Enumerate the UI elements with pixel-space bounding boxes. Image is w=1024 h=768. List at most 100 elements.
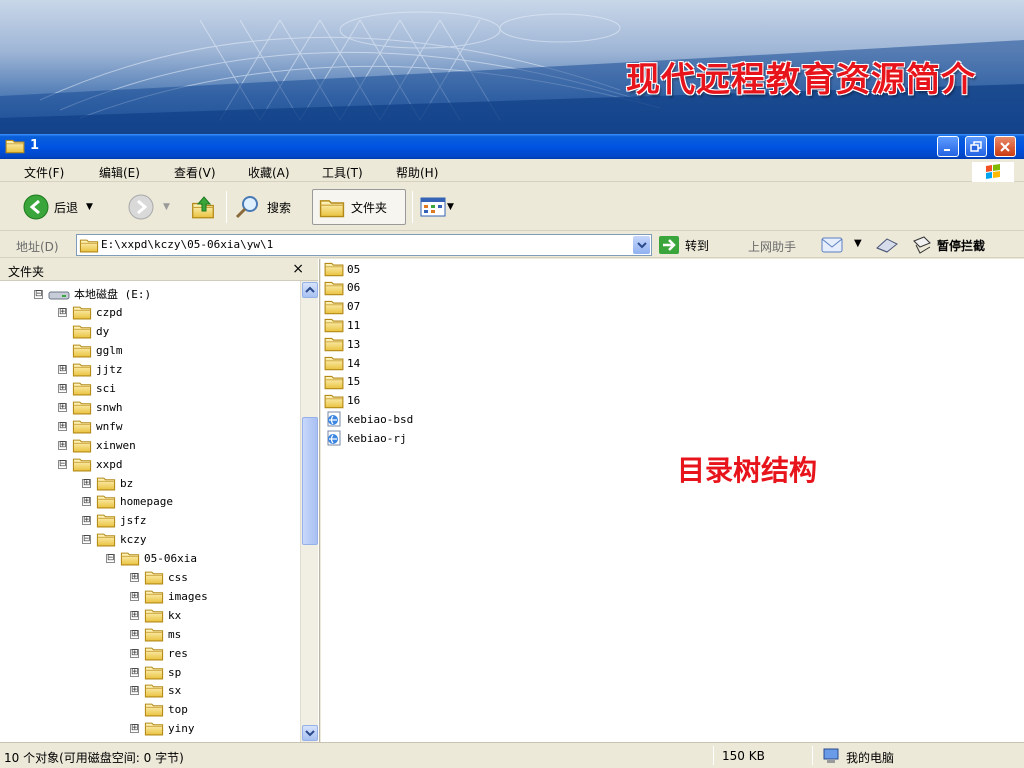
expand-icon[interactable]: ⊞ xyxy=(130,629,139,639)
popup-blocker-button[interactable]: 暂停拦截 xyxy=(910,235,985,255)
tree-node[interactable]: ⊞ xinwen xyxy=(58,436,136,454)
restore-button[interactable] xyxy=(965,136,987,157)
tree-node[interactable]: ⊞ sci xyxy=(58,380,116,398)
expand-icon[interactable]: ⊞ xyxy=(82,478,91,488)
file-name: 07 xyxy=(347,300,361,314)
expand-icon[interactable]: ⊞ xyxy=(130,573,139,582)
views-button[interactable]: ▼ xyxy=(419,189,454,225)
tree-node-label: sp xyxy=(168,665,182,679)
tree-node[interactable]: gglm xyxy=(58,342,123,360)
file-item[interactable]: 05 xyxy=(324,260,360,278)
expand-icon[interactable]: ⊞ xyxy=(58,384,67,393)
folder-pane-close-icon[interactable]: × xyxy=(292,261,304,277)
file-item[interactable]: kebiao-rj xyxy=(324,429,407,447)
tree-node[interactable]: ⊞ wnfw xyxy=(58,417,123,435)
back-dropdown-icon[interactable]: ▼ xyxy=(86,202,93,212)
file-item[interactable]: 11 xyxy=(324,316,360,334)
tree-node[interactable]: ⊟ xxpd xyxy=(58,455,123,473)
tree-node[interactable]: top xyxy=(130,701,188,719)
expand-icon[interactable]: ⊞ xyxy=(58,421,67,431)
scroll-thumb[interactable] xyxy=(302,417,318,545)
menu-edit[interactable]: 编辑(E) xyxy=(99,164,140,181)
expand-icon[interactable]: ⊞ xyxy=(130,724,139,734)
expand-icon[interactable]: ⊞ xyxy=(58,308,67,318)
expand-icon[interactable]: ⊞ xyxy=(130,591,139,601)
back-button[interactable]: 后退 ▼ xyxy=(22,189,93,225)
tree-node[interactable]: ⊞ yiny xyxy=(130,720,195,738)
tree-node-label: dy xyxy=(96,325,110,339)
folders-button[interactable]: 文件夹 xyxy=(312,189,406,225)
expand-icon[interactable]: ⊞ xyxy=(130,648,139,658)
tree-node[interactable]: ⊞ ms xyxy=(130,625,181,643)
file-item[interactable]: 06 xyxy=(324,279,360,297)
tree-node[interactable]: ⊞ sp xyxy=(130,663,181,681)
tree-node[interactable]: ⊞ jjtz xyxy=(58,361,123,379)
collapse-icon[interactable]: ⊟ xyxy=(106,554,115,564)
expand-icon[interactable]: ⊞ xyxy=(82,497,91,507)
menu-tools[interactable]: 工具(T) xyxy=(322,164,363,181)
address-dropdown-button[interactable] xyxy=(633,236,650,254)
file-item[interactable]: 13 xyxy=(324,335,360,353)
tree-node[interactable]: ⊞ czpd xyxy=(58,304,123,322)
folder-icon xyxy=(144,608,164,623)
windows-logo-icon xyxy=(972,162,1014,182)
folder-icon xyxy=(72,381,92,396)
expand-icon[interactable]: ⊞ xyxy=(58,365,67,375)
minimize-icon xyxy=(944,148,950,151)
internet-assistant-label[interactable]: 上网助手 xyxy=(748,238,796,255)
tree-node[interactable]: dy xyxy=(58,323,109,341)
tree-node[interactable]: ⊞ jsfz xyxy=(82,512,147,530)
expand-icon[interactable]: ⊞ xyxy=(58,440,67,450)
tree-node[interactable]: ⊟ kczy xyxy=(82,531,147,549)
file-item[interactable]: kebiao-bsd xyxy=(324,410,413,428)
go-arrow-icon xyxy=(659,236,679,254)
tree-node[interactable]: ⊟ 05-06xia xyxy=(106,550,197,568)
forward-button[interactable]: ▼ xyxy=(127,189,170,225)
expand-icon[interactable]: ⊞ xyxy=(130,667,139,677)
tree-node[interactable]: ⊞ res xyxy=(130,644,188,662)
menu-favorites[interactable]: 收藏(A) xyxy=(248,164,290,181)
tree-node[interactable]: ⊞ images xyxy=(130,587,208,605)
tree-node[interactable]: ⊞ sx xyxy=(130,682,181,700)
folder-icon xyxy=(144,721,164,736)
menu-view[interactable]: 查看(V) xyxy=(174,164,216,181)
forward-dropdown-icon[interactable]: ▼ xyxy=(163,202,170,212)
expand-icon[interactable]: ⊞ xyxy=(82,516,91,526)
expand-icon[interactable]: ⊞ xyxy=(130,610,139,620)
up-folder-button[interactable] xyxy=(190,189,218,225)
file-item[interactable]: 15 xyxy=(324,373,360,391)
minimize-button[interactable] xyxy=(937,136,959,157)
collapse-icon[interactable]: ⊟ xyxy=(34,289,43,299)
folder-pane-scrollbar[interactable] xyxy=(300,281,318,743)
collapse-icon[interactable]: ⊟ xyxy=(82,535,91,545)
title-bar[interactable]: 1 xyxy=(0,134,1024,159)
folder-icon xyxy=(120,551,140,566)
address-input[interactable]: E:\xxpd\kczy\05-06xia\yw\1 xyxy=(76,234,652,256)
file-item[interactable]: 14 xyxy=(324,354,360,372)
tree-node[interactable]: ⊞ kx xyxy=(130,606,181,624)
close-button[interactable] xyxy=(994,136,1016,157)
scroll-down-button[interactable] xyxy=(302,725,318,741)
tree-node[interactable]: ⊞ css xyxy=(130,569,188,587)
slide-title: 现代远程教育资源简介 xyxy=(626,60,976,100)
tree-node[interactable]: ⊟ 本地磁盘 (E:) xyxy=(34,285,151,303)
file-item[interactable]: 16 xyxy=(324,392,360,410)
expand-icon[interactable]: ⊞ xyxy=(58,402,67,412)
mail-icon[interactable] xyxy=(820,235,846,255)
mail-dropdown-icon[interactable]: ▼ xyxy=(854,238,862,249)
scroll-up-button[interactable] xyxy=(302,282,318,298)
views-dropdown-icon[interactable]: ▼ xyxy=(447,202,454,212)
search-button[interactable]: 搜索 xyxy=(233,189,291,225)
tree-node[interactable]: ⊞ homepage xyxy=(82,493,173,511)
standard-toolbar: 后退 ▼ ▼ 搜索 文件夹 ▼ xyxy=(0,183,1024,231)
tree-node-label: yiny xyxy=(168,722,195,736)
file-item[interactable]: 07 xyxy=(324,298,360,316)
collapse-icon[interactable]: ⊟ xyxy=(58,459,67,469)
expand-icon[interactable]: ⊞ xyxy=(130,686,139,696)
eraser-icon[interactable] xyxy=(874,236,900,254)
menu-file[interactable]: 文件(F) xyxy=(24,164,64,181)
tree-node[interactable]: ⊞ bz xyxy=(82,474,133,492)
go-button[interactable]: 转到 xyxy=(658,235,709,255)
menu-help[interactable]: 帮助(H) xyxy=(396,164,438,181)
tree-node[interactable]: ⊞ snwh xyxy=(58,398,123,416)
